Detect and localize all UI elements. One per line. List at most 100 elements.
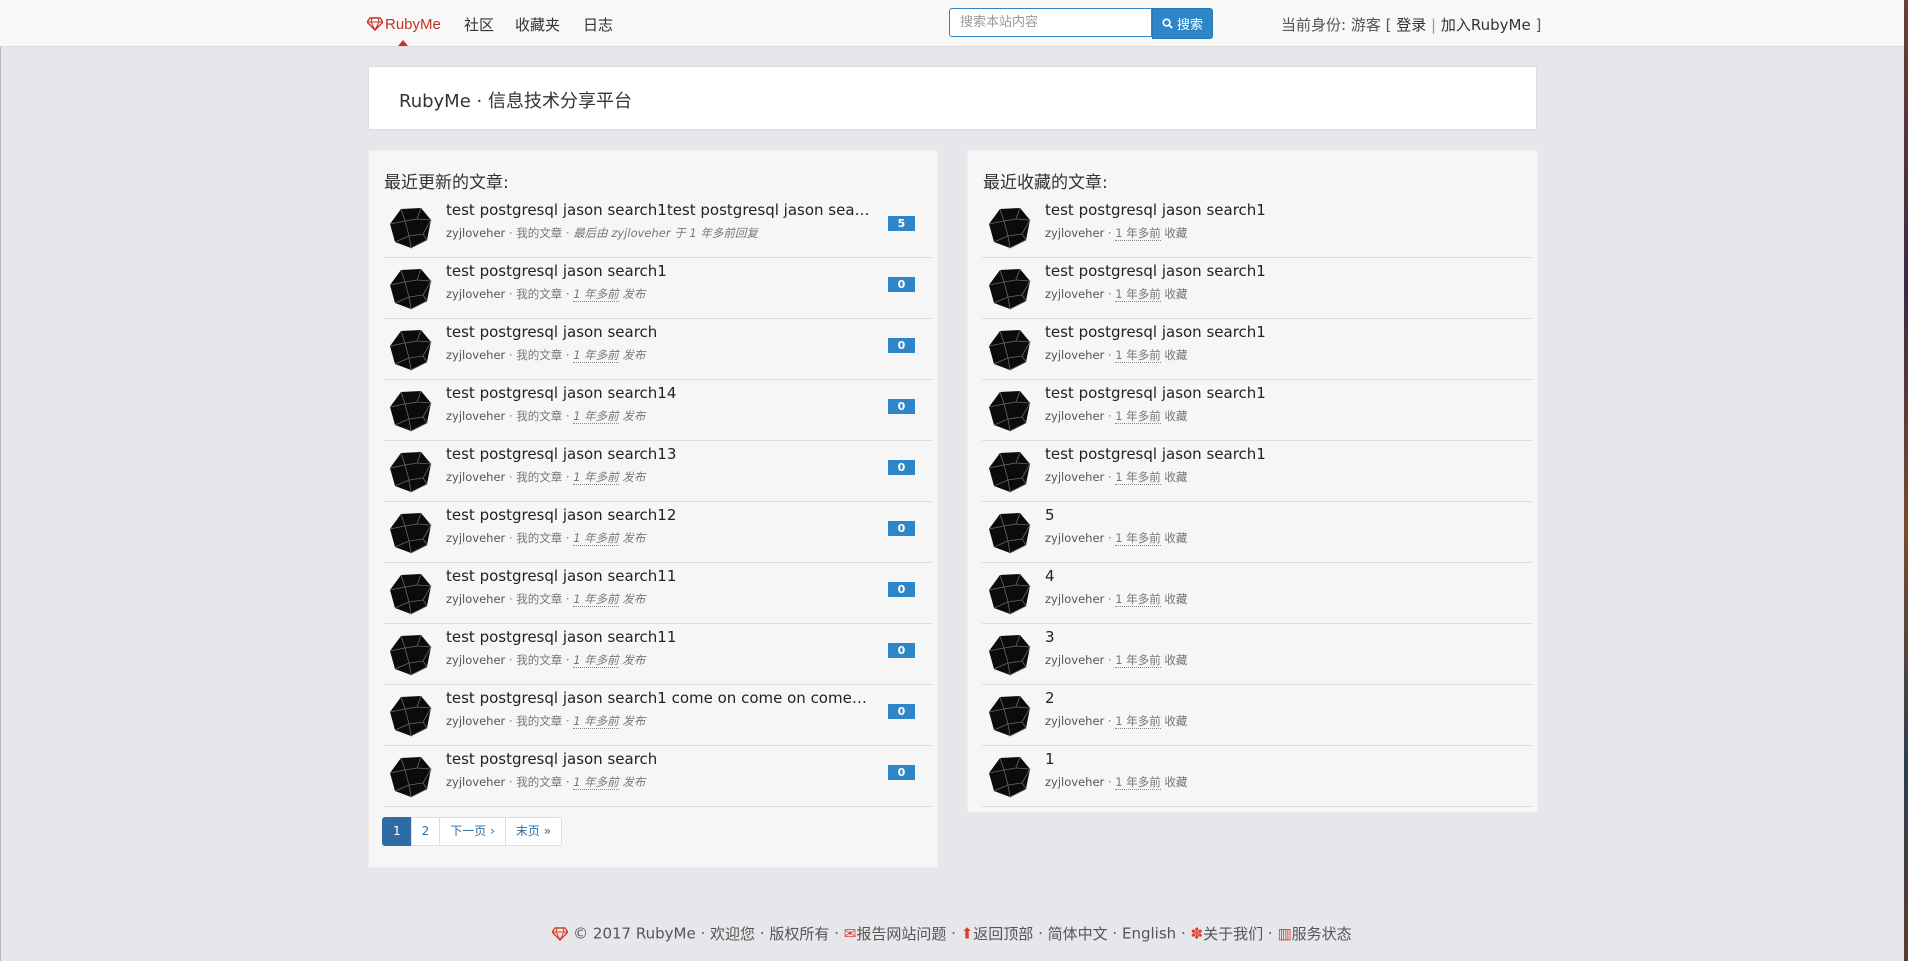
article-title-link[interactable]: test postgresql jason search1 (1045, 384, 1525, 402)
ruby-avatar-icon[interactable] (986, 692, 1034, 740)
nav-community[interactable]: 社区 (464, 14, 494, 35)
author-link[interactable]: zyjloveher (446, 653, 505, 667)
author-link[interactable]: zyjloveher (446, 592, 505, 606)
ruby-avatar-icon[interactable] (986, 570, 1034, 618)
ruby-avatar-icon[interactable] (986, 204, 1034, 252)
search-button[interactable]: 搜索 (1152, 8, 1213, 39)
author-link[interactable]: zyjloveher (1045, 226, 1104, 240)
article-title-link[interactable]: test postgresql jason search1 (1045, 201, 1525, 219)
article-title-link[interactable]: test postgresql jason search1test postgr… (446, 201, 871, 219)
next-page-button[interactable]: 下一页 › (439, 817, 506, 846)
ruby-avatar-icon[interactable] (986, 631, 1034, 679)
ruby-avatar-icon[interactable] (387, 692, 435, 740)
author-link[interactable]: zyjloveher (446, 775, 505, 789)
author-link[interactable]: zyjloveher (1045, 714, 1104, 728)
category-link[interactable]: 我的文章 (516, 653, 562, 667)
category-link[interactable]: 我的文章 (516, 287, 562, 301)
reply-count-badge[interactable]: 0 (888, 338, 915, 353)
author-link[interactable]: zyjloveher (1045, 470, 1104, 484)
ruby-avatar-icon[interactable] (986, 387, 1034, 435)
ruby-avatar-icon[interactable] (387, 509, 435, 557)
article-title-link[interactable]: test postgresql jason search1 come on co… (446, 689, 871, 707)
article-title-link[interactable]: test postgresql jason search (446, 750, 871, 768)
rights-link[interactable]: 版权所有 (769, 925, 829, 943)
status-link[interactable]: 服务状态 (1292, 925, 1352, 943)
reply-count-badge[interactable]: 0 (888, 277, 915, 292)
category-link[interactable]: 我的文章 (516, 714, 562, 728)
category-link[interactable]: 我的文章 (516, 226, 562, 240)
category-link[interactable]: 我的文章 (516, 592, 562, 606)
reply-count-badge[interactable]: 5 (888, 216, 915, 231)
lang-zh-link[interactable]: 简体中文 (1048, 925, 1108, 943)
page-1-button[interactable]: 1 (382, 817, 412, 846)
author-link[interactable]: zyjloveher (1045, 348, 1104, 362)
nav-favorites[interactable]: 收藏夹 (515, 14, 560, 35)
welcome-link[interactable]: 欢迎您 (710, 925, 755, 943)
nav-logs[interactable]: 日志 (583, 14, 613, 35)
last-page-button[interactable]: 末页 » (504, 817, 563, 846)
article-title-link[interactable]: 1 (1045, 750, 1525, 768)
ruby-avatar-icon[interactable] (387, 631, 435, 679)
page-2-button[interactable]: 2 (410, 817, 441, 846)
article-title-link[interactable]: test postgresql jason search14 (446, 384, 871, 402)
author-link[interactable]: zyjloveher (446, 714, 505, 728)
author-link[interactable]: zyjloveher (446, 531, 505, 545)
author-link[interactable]: zyjloveher (446, 287, 505, 301)
ruby-avatar-icon[interactable] (986, 753, 1034, 801)
author-link[interactable]: zyjloveher (1045, 287, 1104, 301)
ruby-avatar-icon[interactable] (387, 448, 435, 496)
author-link[interactable]: zyjloveher (446, 470, 505, 484)
author-link[interactable]: zyjloveher (1045, 592, 1104, 606)
author-link[interactable]: zyjloveher (1045, 653, 1104, 667)
lang-en-link[interactable]: English (1122, 925, 1176, 943)
author-link[interactable]: zyjloveher (446, 348, 505, 362)
reply-count-badge[interactable]: 0 (888, 643, 915, 658)
article-title-link[interactable]: test postgresql jason search1 (1045, 323, 1525, 341)
article-title-link[interactable]: test postgresql jason search (446, 323, 871, 341)
reply-count-badge[interactable]: 0 (888, 704, 915, 719)
article-title-link[interactable]: test postgresql jason search1 (1045, 262, 1525, 280)
ruby-avatar-icon[interactable] (387, 265, 435, 313)
article-title-link[interactable]: 3 (1045, 628, 1525, 646)
reply-count-badge[interactable]: 0 (888, 765, 915, 780)
ruby-avatar-icon[interactable] (387, 570, 435, 618)
article-title-link[interactable]: test postgresql jason search1 (1045, 445, 1525, 463)
back-top-link[interactable]: 返回顶部 (973, 925, 1033, 943)
ruby-avatar-icon[interactable] (387, 326, 435, 374)
about-link[interactable]: 关于我们 (1203, 925, 1263, 943)
join-link[interactable]: 加入RubyMe (1441, 16, 1531, 34)
report-link[interactable]: 报告网站问题 (856, 925, 946, 943)
ruby-avatar-icon[interactable] (986, 448, 1034, 496)
author-link[interactable]: zyjloveher (446, 409, 505, 423)
category-link[interactable]: 我的文章 (516, 531, 562, 545)
category-link[interactable]: 我的文章 (516, 470, 562, 484)
login-link[interactable]: 登录 (1396, 16, 1426, 34)
author-link[interactable]: zyjloveher (446, 226, 505, 240)
reply-count-badge[interactable]: 0 (888, 460, 915, 475)
author-link[interactable]: zyjloveher (1045, 409, 1104, 423)
ruby-avatar-icon[interactable] (387, 387, 435, 435)
article-title-link[interactable]: test postgresql jason search11 (446, 628, 871, 646)
category-link[interactable]: 我的文章 (516, 409, 562, 423)
brand-link[interactable]: RubyMe (367, 13, 441, 35)
author-link[interactable]: zyjloveher (1045, 531, 1104, 545)
reply-count-badge[interactable]: 0 (888, 399, 915, 414)
ruby-avatar-icon[interactable] (986, 326, 1034, 374)
reply-count-badge[interactable]: 0 (888, 521, 915, 536)
search-input[interactable] (949, 8, 1152, 37)
ruby-avatar-icon[interactable] (986, 265, 1034, 313)
article-title-link[interactable]: test postgresql jason search12 (446, 506, 871, 524)
reply-count-badge[interactable]: 0 (888, 582, 915, 597)
article-title-link[interactable]: test postgresql jason search1 (446, 262, 871, 280)
article-title-link[interactable]: test postgresql jason search11 (446, 567, 871, 585)
category-link[interactable]: 我的文章 (516, 348, 562, 362)
ruby-avatar-icon[interactable] (986, 509, 1034, 557)
ruby-avatar-icon[interactable] (387, 204, 435, 252)
author-link[interactable]: zyjloveher (1045, 775, 1104, 789)
category-link[interactable]: 我的文章 (516, 775, 562, 789)
ruby-avatar-icon[interactable] (387, 753, 435, 801)
article-title-link[interactable]: 2 (1045, 689, 1525, 707)
article-title-link[interactable]: test postgresql jason search13 (446, 445, 871, 463)
article-title-link[interactable]: 5 (1045, 506, 1525, 524)
article-title-link[interactable]: 4 (1045, 567, 1525, 585)
